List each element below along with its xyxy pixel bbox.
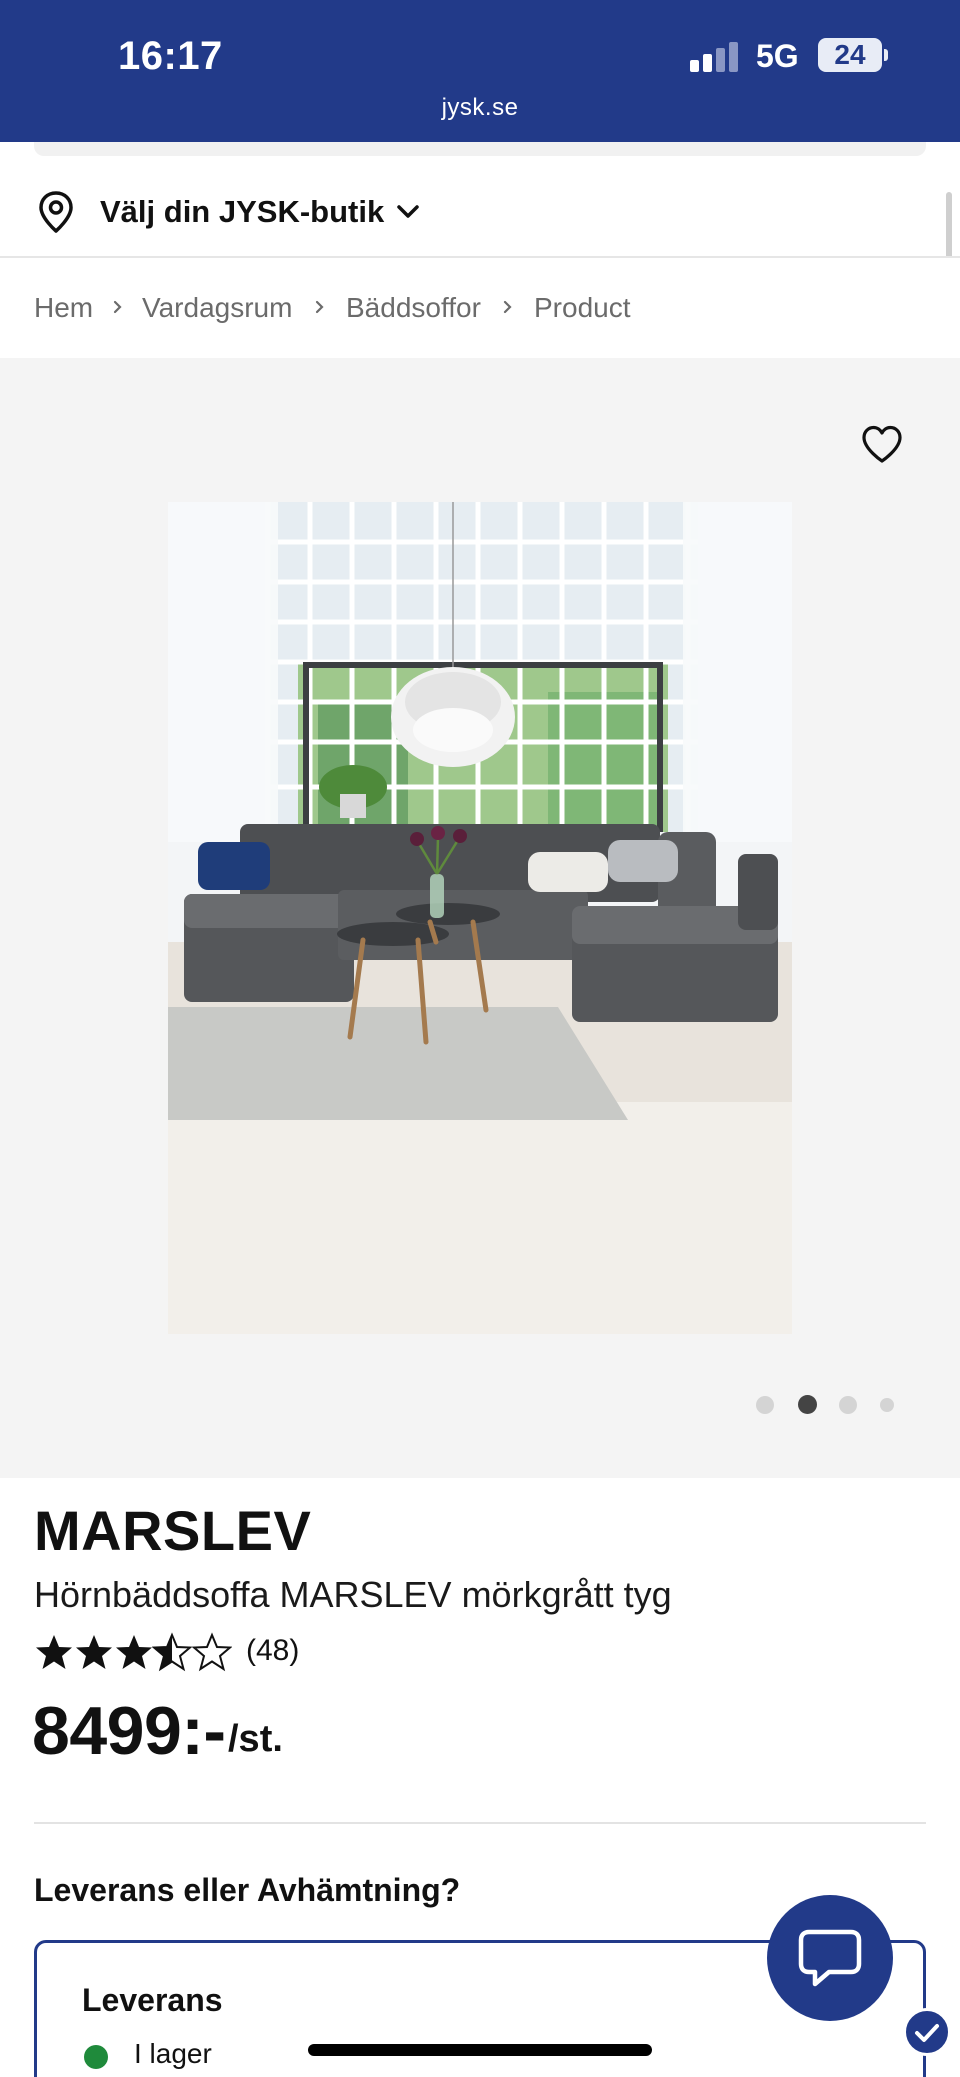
gallery-dot[interactable] [880,1398,894,1412]
location-pin-icon [39,191,73,233]
product-description: Hörnbäddsoffa MARSLEV mörkgrått tyg [34,1574,672,1615]
chat-bubble-icon [798,1929,862,1987]
breadcrumb-item-baddsoffor[interactable]: Bäddsoffor [346,292,481,324]
product-name: MARSLEV [34,1499,312,1562]
status-time: 16:17 [118,34,223,78]
chevron-right-icon [503,300,512,314]
status-bar: 16:17 5G 24 jysk.se [0,0,960,142]
star-full-icon [116,1635,152,1669]
stock-status-label: I lager [134,2038,212,2069]
search-box-edge [34,142,926,156]
chevron-right-icon [315,300,324,314]
store-selector[interactable]: Välj din JYSK-butik [0,170,960,258]
chevron-down-icon [397,205,419,218]
battery-icon: 24 [818,38,888,72]
review-count[interactable]: (48) [246,1634,299,1668]
star-full-icon [36,1635,72,1669]
heart-icon[interactable] [860,424,904,464]
delivery-option-title: Leverans [82,1982,223,2018]
price-unit: /st. [228,1718,283,1760]
product-image[interactable] [168,502,792,1334]
delivery-question: Leverans eller Avhämtning? [34,1872,461,1908]
product-price: 8499:- [32,1693,226,1769]
divider [34,1822,926,1824]
gallery-dot[interactable] [756,1396,774,1414]
gallery-dot[interactable] [839,1396,857,1414]
url-label[interactable]: jysk.se [0,94,960,122]
chevron-right-icon [113,300,122,314]
signal-icon [690,42,738,72]
battery-level: 24 [834,39,866,70]
chat-button[interactable] [767,1895,893,2021]
star-half-icon [152,1632,192,1672]
gallery-dot-active[interactable] [798,1395,817,1414]
home-indicator[interactable] [308,2044,652,2056]
breadcrumb-item-vardagsrum[interactable]: Vardagsrum [142,292,292,324]
store-selector-label: Välj din JYSK-butik [100,194,385,229]
breadcrumb-item-hem[interactable]: Hem [34,292,93,324]
verified-check-icon [903,2008,951,2056]
breadcrumb-item-product: Product [534,292,631,323]
star-full-icon [76,1635,112,1669]
breadcrumb: Hem Vardagsrum Bäddsoffor Product [0,258,960,358]
star-empty-icon [192,1632,232,1672]
stock-status-dot [84,2045,108,2069]
network-type: 5G [756,38,799,74]
